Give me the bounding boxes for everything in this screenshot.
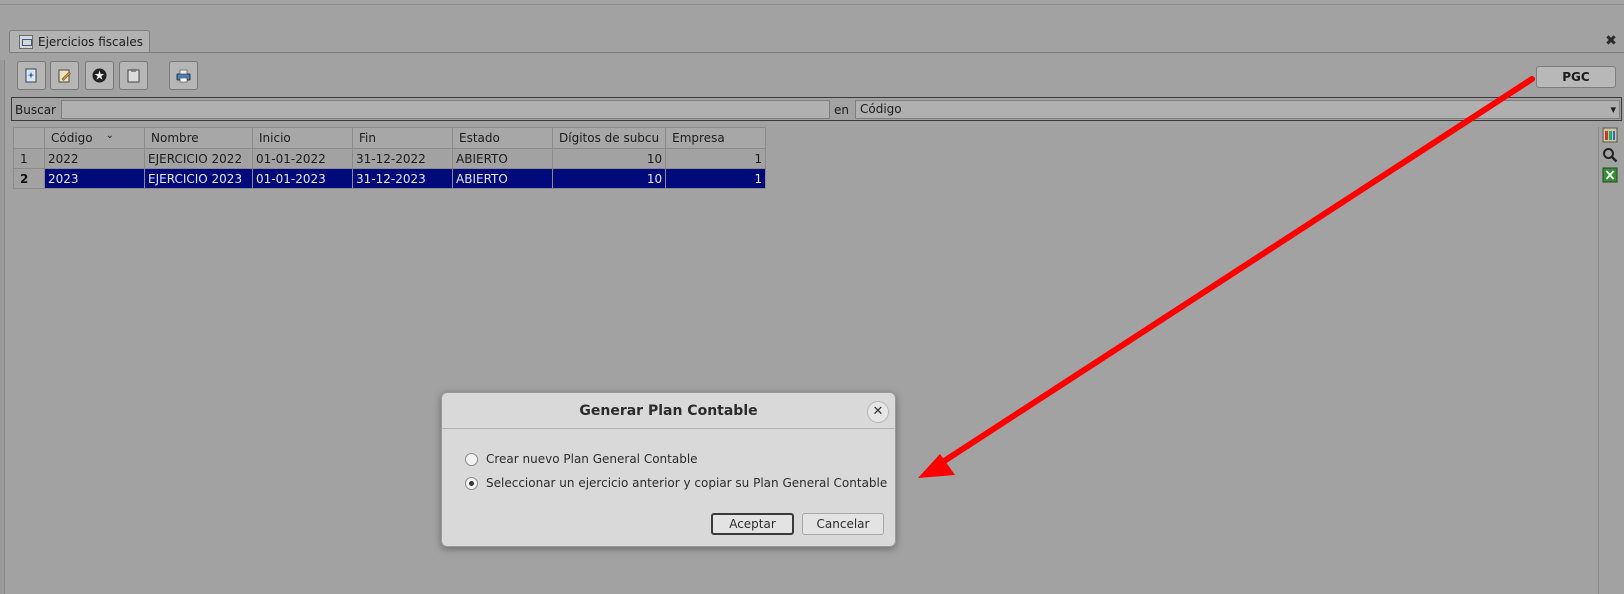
radio-create-new[interactable]	[465, 453, 478, 466]
dialog-title: Generar Plan Contable	[579, 403, 758, 419]
generate-plan-dialog: Generar Plan Contable ✕ Crear nuevo Plan…	[441, 392, 896, 547]
radio-copy-previous[interactable]	[465, 477, 478, 490]
close-icon[interactable]: ✕	[867, 401, 889, 423]
radio-copy-previous-label[interactable]: Seleccionar un ejercicio anterior y copi…	[486, 476, 887, 490]
radio-create-new-label[interactable]: Crear nuevo Plan General Contable	[486, 452, 698, 466]
arrow-shaft	[932, 76, 1535, 470]
cancel-button[interactable]: Cancelar	[802, 513, 884, 535]
accept-button[interactable]: Aceptar	[711, 513, 794, 535]
dialog-header: Generar Plan Contable ✕	[442, 393, 895, 429]
